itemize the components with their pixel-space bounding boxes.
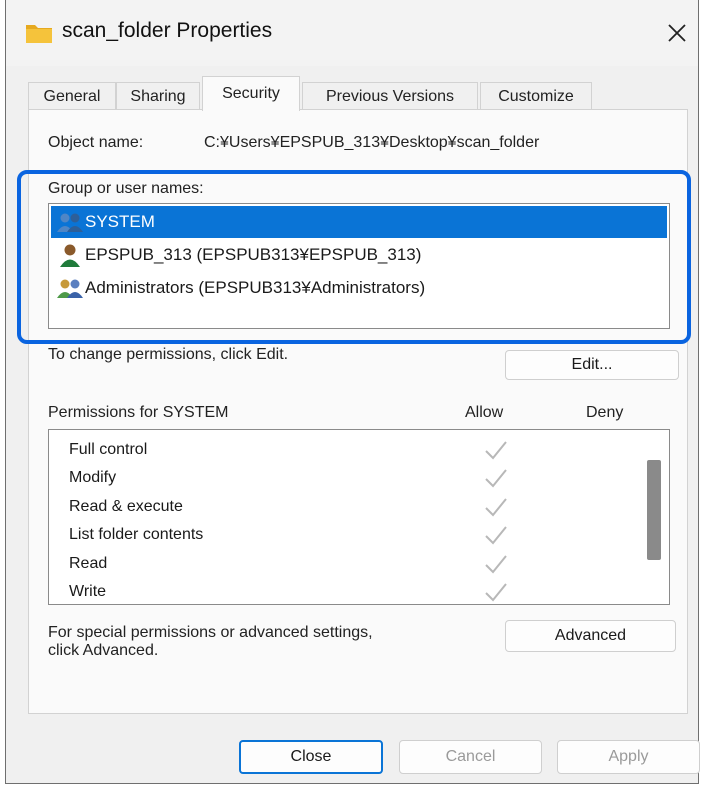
group-user-names-label: Group or user names: [48,180,204,197]
allow-column-header: Allow [465,404,504,421]
apply-button[interactable]: Apply [557,740,700,774]
object-name-label: Object name: [48,134,144,151]
permission-row-write: Write [69,577,629,606]
allow-check-icon [485,526,507,545]
allow-check-icon [485,469,507,488]
group-user-list[interactable]: SYSTEM EPSPUB_313 (EPSPUB313¥EPSPUB_313) [48,203,670,329]
close-window-button[interactable] [664,18,690,48]
permission-name: Read & execute [69,497,183,515]
user-icon [55,243,85,267]
user-item-administrators[interactable]: Administrators (EPSPUB313¥Administrators… [51,272,667,304]
tab-general[interactable]: General [28,82,116,110]
security-tab-panel: Object name: C:¥Users¥EPSPUB_313¥Desktop… [28,109,688,714]
object-name-value: C:¥Users¥EPSPUB_313¥Desktop¥scan_folder [204,134,540,151]
permissions-list[interactable]: Full control Modify Read & execute List … [48,429,670,605]
tab-security[interactable]: Security [202,76,300,111]
user-item-label: EPSPUB_313 (EPSPUB313¥EPSPUB_313) [85,245,422,264]
close-button[interactable]: Close [239,740,383,774]
user-item-label: SYSTEM [85,212,155,231]
user-group-icon [55,276,85,300]
allow-check-icon [485,555,507,574]
permissions-title: Permissions for SYSTEM [48,404,229,421]
advanced-button[interactable]: Advanced [505,620,676,652]
tab-previous-versions[interactable]: Previous Versions [302,82,478,110]
tab-strip: General Sharing Security Previous Versio… [28,72,688,111]
allow-check-icon [485,498,507,517]
permissions-scrollbar[interactable] [647,460,661,560]
user-group-icon [55,210,85,234]
change-permissions-text: To change permissions, click Edit. [48,346,289,363]
permission-name: Modify [69,468,117,486]
tab-sharing[interactable]: Sharing [116,82,200,110]
permission-row-full-control: Full control [69,435,629,464]
permission-name: Write [69,582,107,600]
advanced-hint-line2: click Advanced. [48,642,159,659]
advanced-hint-line1: For special permissions or advanced sett… [48,624,373,641]
permission-row-read-execute: Read & execute [69,492,629,521]
close-icon [668,24,686,42]
permission-row-modify: Modify [69,463,629,492]
window-title: scan_folder Properties [62,19,273,42]
tab-customize[interactable]: Customize [480,82,592,110]
cancel-button[interactable]: Cancel [399,740,542,774]
folder-icon [25,22,53,44]
properties-dialog: scan_folder Properties General Sharing S… [5,0,700,784]
permission-row-read: Read [69,549,629,578]
user-item-system[interactable]: SYSTEM [51,206,667,238]
title-bar: scan_folder Properties [6,0,698,66]
user-item-label: Administrators (EPSPUB313¥Administrators… [85,278,426,297]
deny-column-header: Deny [586,404,624,421]
permission-row-list-folder-contents: List folder contents [69,520,629,549]
edit-button[interactable]: Edit... [505,350,679,380]
permission-name: List folder contents [69,525,204,543]
allow-check-icon [485,441,507,460]
user-item-epspub313[interactable]: EPSPUB_313 (EPSPUB313¥EPSPUB_313) [51,239,667,271]
permission-name: Read [69,554,108,572]
allow-check-icon [485,583,507,602]
permission-name: Full control [69,440,148,458]
